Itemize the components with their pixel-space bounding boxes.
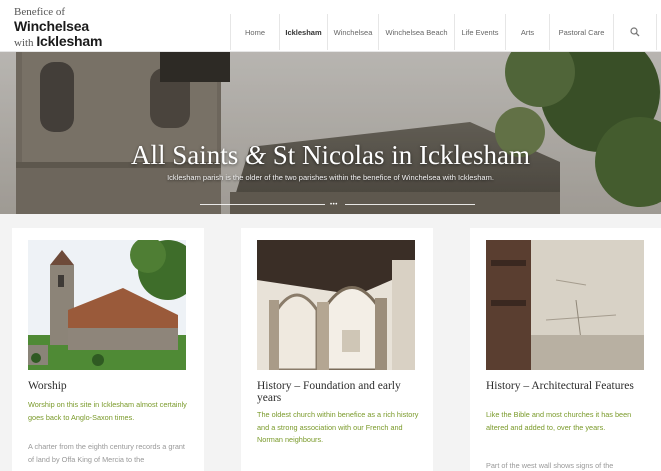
hero-church-image (0, 52, 661, 214)
hero-divider-right (345, 204, 475, 205)
nav-item-life-events[interactable]: Life Events (454, 14, 505, 50)
card-lead-history-architecture: Like the Bible and most churches it has … (486, 410, 632, 432)
hero-title-part-b: St Nicolas in Icklesham (266, 140, 530, 170)
logo-icklesham-text: Icklesham (36, 33, 103, 49)
site-header: Benefice of Winchelsea with Icklesham Ho… (0, 0, 661, 52)
main-nav: Home Icklesham Winchelsea Winchelsea Bea… (230, 14, 657, 50)
feature-cards: Worship Worship on this site in Icklesha… (0, 214, 661, 471)
nav-search-button[interactable] (613, 14, 657, 50)
hero-title: All Saints & St Nicolas in Icklesham (0, 140, 661, 171)
hero-title-part-a: All Saints (131, 140, 246, 170)
card-lead-history-foundation: The oldest church within benefice as a r… (257, 410, 419, 444)
logo-with-text: with (14, 37, 37, 49)
card-body-history-architecture: Part of the west wall shows signs of the (486, 461, 614, 470)
card-image-stone-wall[interactable] (486, 240, 644, 370)
logo-line-icklesham: with Icklesham (14, 34, 102, 50)
nav-item-winchelsea-beach[interactable]: Winchelsea Beach (378, 14, 454, 50)
card-lead-worship: Worship on this site in Icklesham almost… (28, 400, 187, 422)
card-history-architecture[interactable]: History – Architectural Features Like th… (470, 228, 661, 471)
site-logo[interactable]: Benefice of Winchelsea with Icklesham (14, 7, 102, 50)
card-title-worship[interactable]: Worship (28, 380, 193, 392)
hero-title-ampersand: & (245, 140, 267, 170)
search-icon (630, 27, 640, 37)
logo-line-benefice: Benefice of (14, 6, 65, 18)
card-image-church-exterior[interactable] (28, 240, 186, 370)
card-body-worship: A charter from the eighth century record… (28, 442, 185, 464)
card-history-foundation[interactable]: History – Foundation and early years The… (241, 228, 433, 471)
nav-item-arts[interactable]: Arts (505, 14, 549, 50)
card-title-history-foundation[interactable]: History – Foundation and early years (257, 380, 422, 404)
logo-line-winchelsea: Winchelsea (14, 18, 89, 34)
hero-banner: All Saints & St Nicolas in Icklesham Ick… (0, 52, 661, 214)
hero-subtitle: Icklesham parish is the older of the two… (167, 173, 494, 182)
card-image-church-interior[interactable] (257, 240, 415, 370)
church-interior-image (257, 240, 415, 370)
nav-item-home[interactable]: Home (230, 14, 279, 50)
card-title-history-architecture[interactable]: History – Architectural Features (486, 380, 651, 392)
nav-item-icklesham[interactable]: Icklesham (279, 14, 327, 50)
hero-divider-dots: ••• (330, 202, 338, 208)
card-worship[interactable]: Worship Worship on this site in Icklesha… (12, 228, 204, 471)
hero-divider-left (200, 204, 325, 205)
stone-wall-image (486, 240, 644, 370)
church-exterior-image (28, 240, 186, 370)
nav-item-winchelsea[interactable]: Winchelsea (327, 14, 378, 50)
nav-item-pastoral-care[interactable]: Pastoral Care (549, 14, 613, 50)
